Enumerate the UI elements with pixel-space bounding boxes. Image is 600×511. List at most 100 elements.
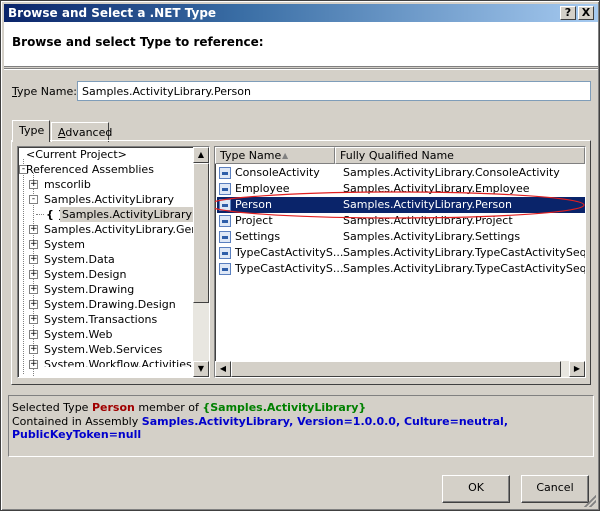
- tree-item-label: System.Web.Services: [44, 343, 163, 356]
- scroll-right-icon[interactable]: ▶: [569, 361, 585, 377]
- info-label: member of: [138, 401, 199, 414]
- expand-icon[interactable]: +: [29, 315, 38, 324]
- tab-advanced[interactable]: Advanced: [51, 122, 113, 142]
- tree-item-system-web[interactable]: System.Web: [44, 327, 113, 342]
- selected-type-value: Person: [91, 401, 135, 414]
- tree-item-label: System: [44, 238, 86, 251]
- tree-item-system-data[interactable]: System.Data: [44, 252, 115, 267]
- tab-panel: <Current Project> - Referenced Assemblie…: [11, 140, 591, 385]
- column-header-fully-qualified-name[interactable]: Fully Qualified Name: [335, 147, 585, 164]
- help-button[interactable]: ?: [560, 6, 576, 20]
- collapse-icon[interactable]: -: [29, 195, 38, 204]
- tree-item-samples-activitylibrary[interactable]: Samples.ActivityLibrary: [44, 192, 174, 207]
- expand-icon[interactable]: +: [29, 240, 38, 249]
- expand-icon[interactable]: +: [29, 180, 38, 189]
- tree-item-samples-generic[interactable]: Samples.ActivityLibrary.Generic: [44, 222, 210, 237]
- tree-item-mscorlib[interactable]: mscorlib: [44, 177, 91, 192]
- class-icon: [219, 231, 231, 243]
- type-name-cell: TypeCastActivityS...: [235, 262, 344, 275]
- scroll-up-icon[interactable]: ▲: [193, 147, 209, 163]
- qualified-name-cell: Samples.ActivityLibrary.TypeCastActivity…: [343, 262, 586, 275]
- list-item[interactable]: TypeCastActivityS... Samples.ActivityLib…: [217, 245, 585, 261]
- tree-item-system[interactable]: System: [44, 237, 85, 252]
- expand-icon[interactable]: +: [29, 300, 38, 309]
- tree-item-label: System.Data: [44, 253, 115, 266]
- info-line-1: Selected Type Person member of {Samples.…: [12, 401, 590, 414]
- qualified-name-cell: Samples.ActivityLibrary.ConsoleActivity: [343, 166, 560, 179]
- tree-item-system-workflow-activities[interactable]: System.Workflow.Activities: [44, 357, 192, 367]
- info-label: Contained in Assembly: [12, 415, 139, 428]
- expand-icon[interactable]: +: [29, 345, 38, 354]
- info-label: Selected Type: [12, 401, 89, 414]
- tree-item-label: System.Web: [44, 328, 113, 341]
- info-line-2: Contained in Assembly Samples.ActivityLi…: [12, 415, 590, 441]
- class-icon: [219, 167, 231, 179]
- tree-guide: [23, 159, 24, 374]
- scroll-left-icon[interactable]: ◀: [215, 361, 231, 377]
- list-item[interactable]: Settings Samples.ActivityLibrary.Setting…: [217, 229, 585, 245]
- tab-type[interactable]: Type: [12, 120, 50, 142]
- class-icon: [219, 247, 231, 259]
- expand-icon[interactable]: +: [29, 330, 38, 339]
- expand-icon[interactable]: +: [29, 270, 38, 279]
- tree-vertical-scrollbar[interactable]: ▲ ▼: [193, 147, 209, 377]
- title-bar[interactable]: Browse and Select a .NET Type ? X: [4, 4, 598, 22]
- tree-item-system-drawing-design[interactable]: System.Drawing.Design: [44, 297, 176, 312]
- tree-item-label: System.Transactions: [44, 313, 158, 326]
- type-name-cell: ConsoleActivity: [235, 166, 320, 179]
- tree-item-label: <Current Project>: [26, 148, 127, 161]
- list-item[interactable]: TypeCastActivityS... Samples.ActivityLib…: [217, 261, 585, 277]
- qualified-name-cell: Samples.ActivityLibrary.Settings: [343, 230, 521, 243]
- namespace-value: {Samples.ActivityLibrary}: [202, 401, 367, 414]
- selection-info-panel: Selected Type Person member of {Samples.…: [8, 395, 594, 457]
- column-header-label: Fully Qualified Name: [340, 149, 454, 162]
- tree-item-system-design[interactable]: System.Design: [44, 267, 127, 282]
- expand-icon[interactable]: +: [29, 285, 38, 294]
- type-name-input[interactable]: [77, 81, 591, 101]
- tree-item-label: Samples.ActivityLibrary: [44, 193, 175, 206]
- qualified-name-cell: Samples.ActivityLibrary.TypeCastActivity…: [343, 246, 586, 259]
- dialog-window: Browse and Select a .NET Type ? X Browse…: [0, 0, 600, 511]
- tree-item-label: mscorlib: [44, 178, 91, 191]
- class-icon: [219, 263, 231, 275]
- tree-item-label: Referenced Assemblies: [26, 163, 154, 176]
- tree-item-label: System.Drawing.Design: [44, 298, 176, 311]
- type-name-label: Type Name:: [12, 85, 77, 98]
- tree-item-referenced-assemblies[interactable]: Referenced Assemblies: [26, 162, 154, 177]
- window-title: Browse and Select a .NET Type: [8, 6, 217, 20]
- tree-item-system-transactions[interactable]: System.Transactions: [44, 312, 157, 327]
- tree-item-label: Samples.ActivityLibrary.Generic: [44, 223, 210, 236]
- types-list[interactable]: Type Name ▲ Fully Qualified Name Console…: [214, 146, 586, 378]
- ok-button[interactable]: OK: [442, 475, 510, 503]
- sort-ascending-icon: ▲: [282, 151, 289, 160]
- assembly-tree[interactable]: <Current Project> - Referenced Assemblie…: [17, 146, 210, 378]
- type-name-cell: TypeCastActivityS...: [235, 246, 344, 259]
- type-name-cell: Settings: [235, 230, 281, 243]
- scroll-thumb[interactable]: [193, 163, 209, 303]
- tab-type-label: Type: [19, 124, 45, 137]
- tree-item-label: Samples.ActivityLibrary: [62, 208, 193, 221]
- expand-icon[interactable]: +: [29, 225, 38, 234]
- expand-icon[interactable]: +: [29, 360, 38, 369]
- tree-item-namespace-selected[interactable]: Samples.ActivityLibrary: [60, 207, 195, 222]
- scroll-down-icon[interactable]: ▼: [193, 361, 209, 377]
- tree-item-label: System.Drawing: [44, 283, 135, 296]
- list-horizontal-scrollbar[interactable]: ◀ ▶: [215, 361, 585, 377]
- annotation-ellipse: [215, 191, 585, 219]
- tab-advanced-label: Advanced: [58, 126, 113, 139]
- column-header-type-name[interactable]: Type Name ▲: [215, 147, 335, 164]
- cancel-button[interactable]: Cancel: [521, 475, 589, 503]
- column-header-label: Type Name: [220, 149, 282, 162]
- tree-item-system-drawing[interactable]: System.Drawing: [44, 282, 134, 297]
- tree-item-current-project[interactable]: <Current Project>: [26, 147, 127, 162]
- scroll-thumb[interactable]: [231, 361, 561, 377]
- tree-item-system-web-services[interactable]: System.Web.Services: [44, 342, 162, 357]
- list-item[interactable]: ConsoleActivity Samples.ActivityLibrary.…: [217, 165, 585, 181]
- expand-icon[interactable]: +: [29, 255, 38, 264]
- close-button[interactable]: X: [578, 6, 594, 20]
- header-separator: [4, 68, 598, 70]
- tree-guide: [36, 214, 44, 215]
- header-panel: Browse and select Type to reference:: [4, 22, 598, 67]
- resize-grip-icon[interactable]: [584, 495, 596, 507]
- header-text: Browse and select Type to reference:: [12, 35, 264, 49]
